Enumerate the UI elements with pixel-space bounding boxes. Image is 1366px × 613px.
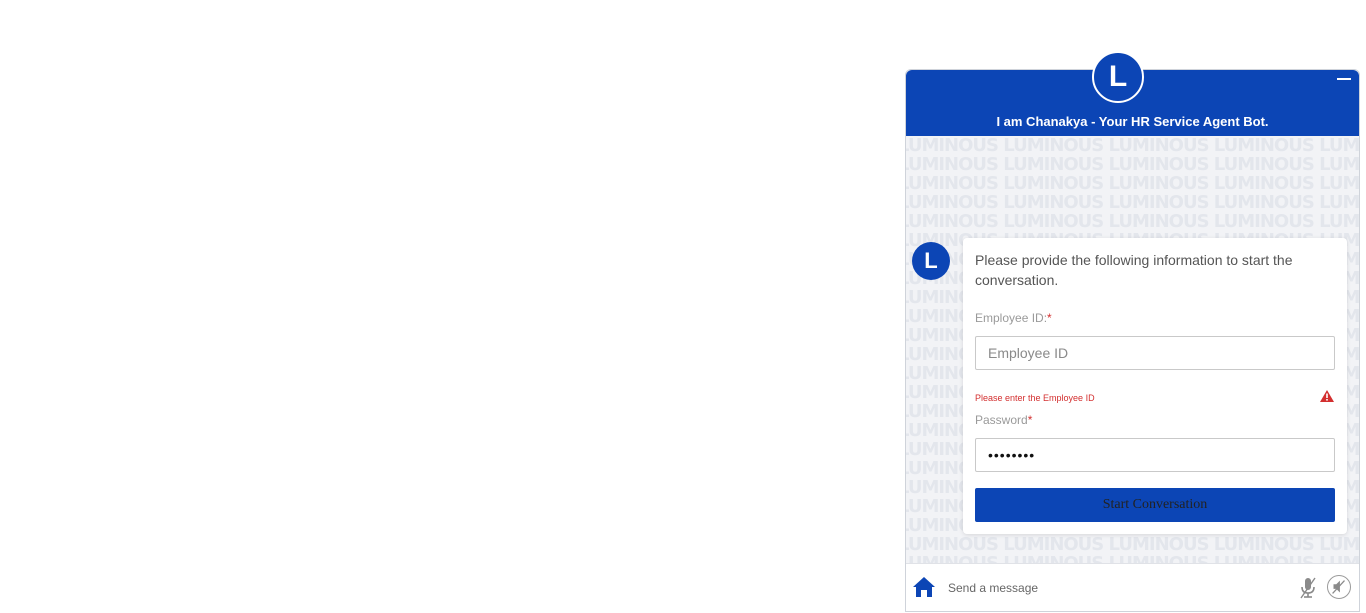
watermark-row: LUMINOUS LUMINOUS LUMINOUS LUMINOUS LUMI… bbox=[906, 192, 1359, 213]
bot-avatar: L bbox=[912, 242, 950, 280]
login-form-card: Please provide the following information… bbox=[963, 238, 1347, 534]
chat-header: L I am Chanakya - Your HR Service Agent … bbox=[906, 51, 1359, 136]
password-label: Password* bbox=[975, 413, 1032, 427]
speaker-mute-icon bbox=[1332, 580, 1345, 594]
start-conversation-button[interactable]: Start Conversation bbox=[975, 488, 1335, 522]
required-marker: * bbox=[1047, 311, 1052, 325]
home-icon[interactable] bbox=[912, 576, 936, 598]
chat-footer bbox=[906, 563, 1359, 611]
minimize-icon bbox=[1337, 78, 1351, 80]
watermark-row: LUMINOUS LUMINOUS LUMINOUS LUMINOUS LUMI… bbox=[906, 173, 1359, 194]
warning-icon bbox=[1320, 390, 1334, 402]
employee-id-label-text: Employee ID: bbox=[975, 311, 1048, 325]
message-input[interactable] bbox=[946, 572, 1290, 604]
employee-id-error: Please enter the Employee ID bbox=[975, 393, 1095, 403]
watermark-row: LUMINOUS LUMINOUS LUMINOUS LUMINOUS LUMI… bbox=[906, 534, 1359, 555]
required-marker: * bbox=[1027, 413, 1033, 427]
intro-message: Please provide the following information… bbox=[975, 252, 1293, 288]
employee-id-label: Employee ID:* bbox=[975, 311, 1052, 325]
mute-button[interactable] bbox=[1327, 575, 1351, 599]
microphone-icon[interactable] bbox=[1298, 576, 1318, 600]
minimize-button[interactable] bbox=[1337, 76, 1351, 82]
watermark-row: LUMINOUS LUMINOUS LUMINOUS LUMINOUS LUMI… bbox=[906, 136, 1359, 156]
watermark-row: LUMINOUS LUMINOUS LUMINOUS LUMINOUS LUMI… bbox=[906, 211, 1359, 232]
chat-area: LUMINOUS LUMINOUS LUMINOUS LUMINOUS LUMI… bbox=[906, 136, 1359, 564]
header-title: I am Chanakya - Your HR Service Agent Bo… bbox=[996, 114, 1269, 129]
watermark-row: LUMINOUS LUMINOUS LUMINOUS LUMINOUS LUMI… bbox=[906, 154, 1359, 175]
password-input[interactable] bbox=[975, 438, 1335, 472]
employee-id-input[interactable] bbox=[975, 336, 1335, 370]
header-avatar: L bbox=[1092, 51, 1144, 103]
chatbot-widget: L I am Chanakya - Your HR Service Agent … bbox=[905, 51, 1360, 612]
password-label-text: Password bbox=[975, 413, 1028, 427]
